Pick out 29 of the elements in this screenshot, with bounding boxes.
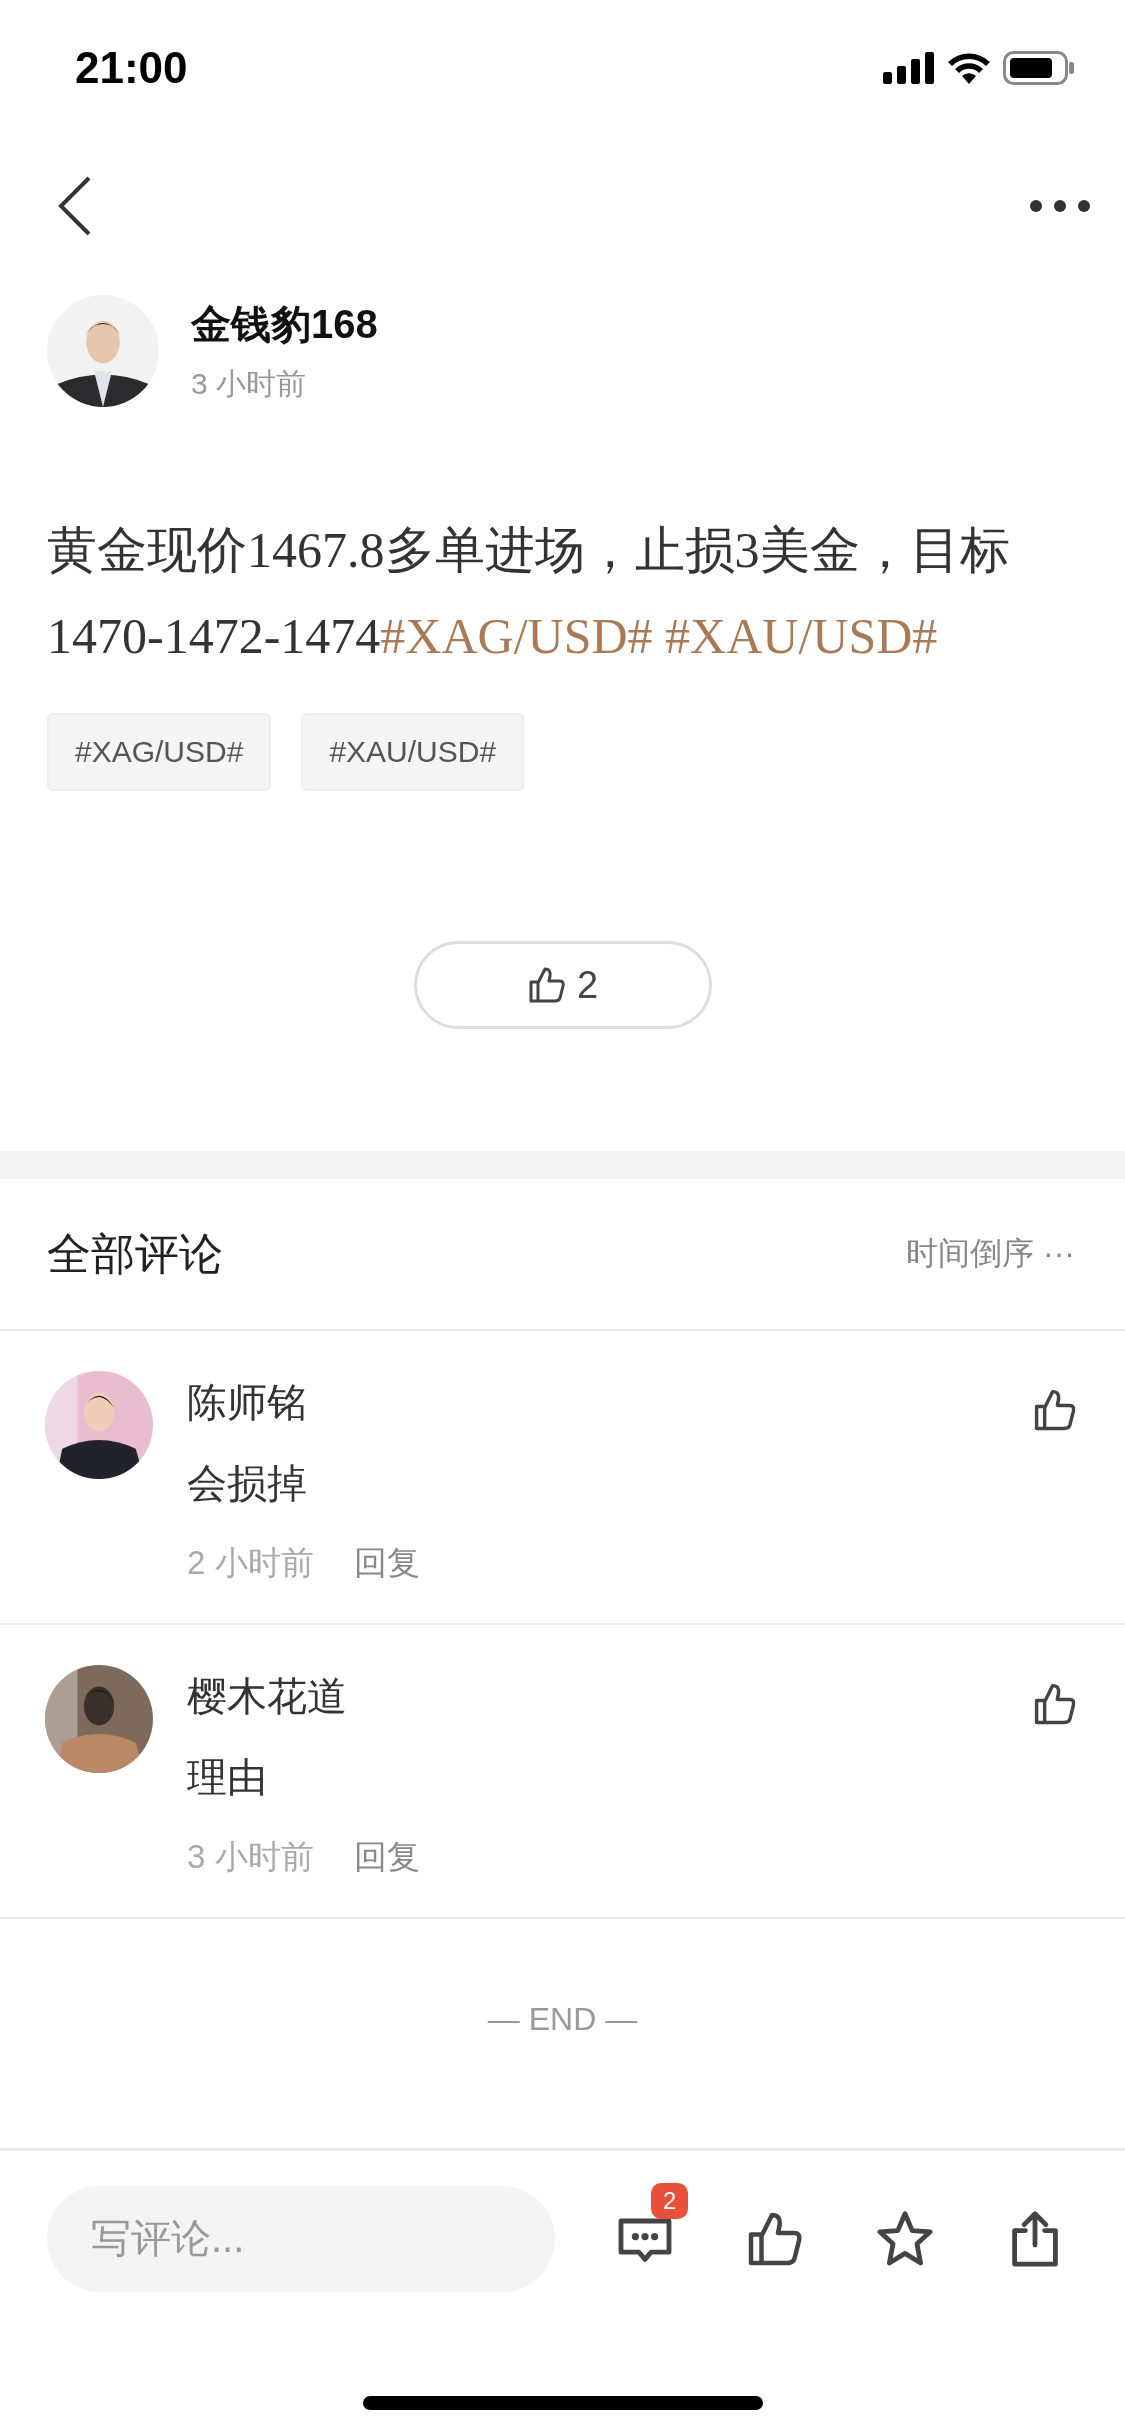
commenter-name[interactable]: 陈师铭 [187,1375,998,1430]
like-icon[interactable] [1032,1681,1078,1727]
like-button[interactable]: 2 [413,941,712,1029]
signal-icon [883,52,935,84]
topic-tag[interactable]: #XAU/USD# [301,713,525,791]
status-time: 21:00 [75,43,188,93]
topic-link[interactable]: #XAU/USD# [665,608,938,664]
comment-text: 理由 [187,1754,268,1801]
comment-input[interactable]: 写评论... [47,2185,555,2292]
sort-button[interactable]: 时间倒序 ··· [906,1232,1075,1276]
commenter-name[interactable]: 樱木花道 [187,1669,998,1724]
end-marker: — END — [487,2000,638,2038]
section-title: 全部评论 [47,1227,223,1280]
back-icon[interactable] [58,176,92,236]
author-name[interactable]: 金钱豹168 [191,297,378,352]
battery-icon [1003,51,1075,85]
comment-time: 2 小时前 [187,1543,314,1583]
topic-tag[interactable]: #XAG/USD# [47,713,272,791]
wifi-icon [947,52,991,84]
like-icon[interactable] [1032,1387,1078,1433]
comment-text: 会损掉 [187,1460,308,1507]
topic-link[interactable]: #XAG/USD# [380,608,653,664]
more-icon[interactable] [1029,199,1091,213]
reply-link[interactable]: 回复 [353,1835,420,1880]
comment-time: 3 小时前 [187,1837,314,1877]
post-text: 黄金现价1467.8多单进场，止损3美金，目标1470-1472-1474#XAG/USD# #XAU/USD# [47,521,1011,666]
post-time: 3 小时前 [191,366,308,402]
reply-link[interactable]: 回复 [353,1541,420,1586]
comment-count-badge: 2 [651,2182,689,2219]
